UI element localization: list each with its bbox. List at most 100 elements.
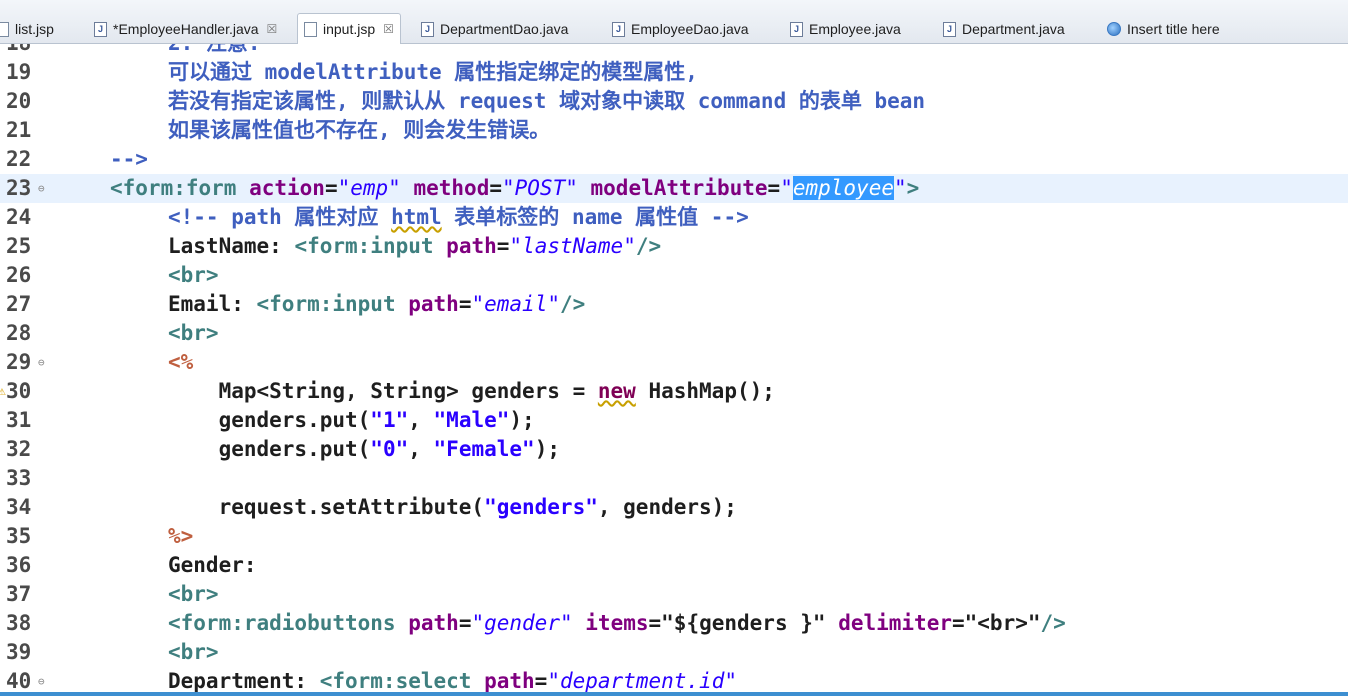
code-token: path [408, 292, 459, 316]
code-token: items [585, 611, 649, 635]
code-line[interactable]: 24 <!-- path 属性对应 html 表单标签的 name 属性值 --> [0, 203, 1348, 232]
code-line[interactable]: 32 genders.put("0", "Female"); [0, 435, 1348, 464]
code-token: "gender" [471, 611, 573, 635]
code-line[interactable]: 25 LastName: <form:input path="lastName"/… [0, 232, 1348, 261]
code-token: new [597, 379, 636, 403]
tab-label: DepartmentDao.java [440, 21, 569, 37]
code-token: <br> [168, 321, 219, 345]
close-icon[interactable]: ☒ [267, 22, 278, 36]
code-token: LastName: [168, 234, 295, 258]
code-line[interactable]: 34 request.setAttribute("genders", gende… [0, 493, 1348, 522]
code-line[interactable]: 23 ⊖ <form:form action="emp" method="POST"… [0, 174, 1348, 203]
code-line[interactable]: 26 <br> [0, 261, 1348, 290]
code-editor[interactable]: 18 2. 注意: 19 可以通过 modelAttribute 属性指定绑定的模型属… [0, 44, 1348, 692]
java-file-icon: J [790, 21, 803, 37]
line-number: 38 [6, 611, 32, 635]
line-number: 34 [6, 495, 32, 519]
code-token: ); [509, 408, 535, 432]
code-token: <br> [168, 263, 219, 287]
code-token: ); [534, 437, 560, 461]
tab-insert-title[interactable]: Insert title here [1107, 14, 1220, 44]
code-token: " [894, 176, 907, 200]
tab-label: EmployeeDao.java [631, 21, 749, 37]
line-number: 21 [6, 118, 32, 142]
code-token: action [249, 176, 325, 200]
code-line[interactable]: 38 <form:radiobuttons path="gender" items… [0, 609, 1348, 638]
java-file-icon: J [943, 21, 956, 37]
close-icon[interactable]: ☒ [383, 22, 394, 36]
fold-toggle-icon[interactable]: ⊖ [38, 174, 45, 203]
code-token: 如果该属性值也不存在, 则会发生错误。 [168, 118, 551, 142]
java-file-icon: J [612, 21, 625, 37]
code-token: 表单标签的 name 属性值 --> [441, 205, 749, 229]
code-token: , genders); [597, 495, 737, 519]
code-token: request.setAttribute( [168, 495, 485, 519]
warning-icon[interactable]: ⚠ [0, 377, 6, 406]
code-line[interactable]: 37 <br> [0, 580, 1348, 609]
tab-label: Employee.java [809, 21, 901, 37]
code-line[interactable]: 20 若没有指定该属性, 则默认从 request 域对象中读取 command … [0, 87, 1348, 116]
code-line[interactable]: 29 ⊖ <% [0, 348, 1348, 377]
tab-department-dao[interactable]: J DepartmentDao.java [421, 14, 568, 44]
jsp-file-icon [304, 21, 317, 37]
code-line[interactable]: 28 <br> [0, 319, 1348, 348]
code-line[interactable]: 22 --> [0, 145, 1348, 174]
code-token: HashMap(); [635, 379, 775, 403]
code-text: 如果该属性值也不存在, 则会发生错误。 [168, 116, 550, 145]
tab-employee-handler[interactable]: J *EmployeeHandler.java ☒ [94, 14, 277, 44]
code-text: Email: <form:input path="email"/> [168, 290, 585, 319]
tab-label: list.jsp [15, 21, 54, 37]
tab-employee-dao[interactable]: J EmployeeDao.java [612, 14, 749, 44]
code-line[interactable]: 35 %> [0, 522, 1348, 551]
line-number: 26 [6, 263, 32, 287]
code-text: 2. 注意: [168, 44, 261, 58]
line-number: 20 [6, 89, 32, 113]
code-token: <form:input [294, 234, 434, 258]
code-token: %> [168, 524, 194, 548]
code-line[interactable]: 21 如果该属性值也不存在, 则会发生错误。 [0, 116, 1348, 145]
code-token: = [324, 176, 338, 200]
line-number: 30 [6, 379, 32, 403]
tab-label: Department.java [962, 21, 1065, 37]
code-text: <br> [168, 319, 219, 348]
code-token: 2. 注意: [168, 44, 261, 55]
line-number: 33 [6, 466, 32, 490]
code-token: path [446, 234, 497, 258]
fold-toggle-icon[interactable]: ⊖ [38, 348, 45, 377]
code-token: modelAttribute [590, 176, 768, 200]
jsp-file-icon [0, 21, 9, 37]
code-text: <br> [168, 638, 219, 667]
tab-department[interactable]: J Department.java [943, 14, 1065, 44]
code-line[interactable]: 19 可以通过 modelAttribute 属性指定绑定的模型属性, [0, 58, 1348, 87]
line-number: 36 [6, 553, 32, 577]
code-line[interactable]: 30 ⚠ Map<String, String> genders = new Ha… [0, 377, 1348, 406]
tab-employee[interactable]: J Employee.java [790, 14, 901, 44]
code-text: <!-- path 属性对应 html 表单标签的 name 属性值 --> [168, 203, 749, 232]
line-number: 24 [6, 205, 32, 229]
code-line[interactable]: 27 Email: <form:input path="email"/> [0, 290, 1348, 319]
code-token: > [906, 176, 920, 200]
code-line[interactable]: 36 Gender: [0, 551, 1348, 580]
line-number: 22 [6, 147, 32, 171]
code-line[interactable]: 31 genders.put("1", "Male"); [0, 406, 1348, 435]
code-line[interactable]: 18 2. 注意: [0, 44, 1348, 58]
code-token: Gender: [168, 553, 257, 577]
tab-input-jsp[interactable]: input.jsp ☒ [297, 13, 401, 44]
code-line[interactable]: 39 <br> [0, 638, 1348, 667]
web-browser-icon [1107, 22, 1121, 36]
code-token: "0" [370, 437, 409, 461]
code-token: "email" [471, 292, 560, 316]
code-line[interactable]: 40 ⊖ Department: <form:select path="depart… [0, 667, 1348, 692]
code-token: genders.put( [168, 437, 371, 461]
code-token: = [458, 292, 472, 316]
fold-toggle-icon[interactable]: ⊖ [38, 667, 45, 692]
editor-tab-bar: list.jsp J *EmployeeHandler.java ☒ input… [0, 0, 1348, 44]
status-strip [0, 692, 1348, 696]
line-number: 27 [6, 292, 32, 316]
tab-list-jsp[interactable]: list.jsp [0, 14, 54, 44]
code-line[interactable]: 33 [0, 464, 1348, 493]
